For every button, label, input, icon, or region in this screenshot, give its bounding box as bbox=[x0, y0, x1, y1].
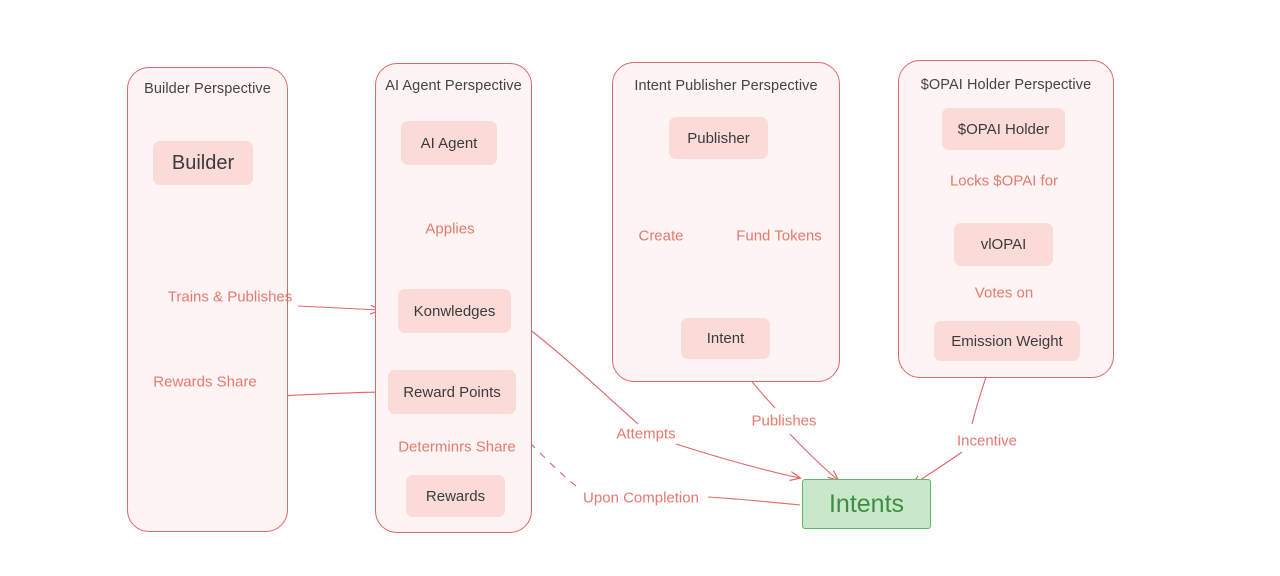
edge-upon-completion-line bbox=[707, 496, 801, 506]
node-rewards[interactable]: Rewards bbox=[406, 475, 505, 517]
edge-label-trains-publishes: Trains & Publishes bbox=[167, 288, 293, 306]
flowchart-diagram: Builder Perspective AI Agent Perspective… bbox=[0, 0, 1280, 576]
edge-label-votes-on: Votes on bbox=[974, 284, 1034, 302]
node-intents[interactable]: Intents bbox=[802, 479, 931, 529]
edge-label-create: Create bbox=[638, 227, 684, 245]
node-knowledges[interactable]: Konwledges bbox=[398, 289, 511, 333]
edge-label-publishes: Publishes bbox=[751, 412, 817, 430]
edge-trains-publishes-line bbox=[297, 306, 380, 310]
edge-label-rewards-share: Rewards Share bbox=[153, 373, 257, 391]
node-ai-agent-label: AI Agent bbox=[420, 134, 478, 152]
node-viopai[interactable]: vlOPAI bbox=[954, 223, 1053, 266]
node-builder-label: Builder bbox=[171, 151, 235, 174]
node-reward-points[interactable]: Reward Points bbox=[388, 370, 516, 414]
subgraph-title-opai-holder: $OPAI Holder Perspective bbox=[920, 77, 1092, 93]
subgraph-title-builder: Builder Perspective bbox=[144, 81, 271, 97]
node-opai-holder-label: $OPAI Holder bbox=[957, 120, 1050, 138]
node-emission-weight-label: Emission Weight bbox=[951, 332, 1063, 350]
node-reward-points-label: Reward Points bbox=[403, 383, 501, 401]
edge-label-incentive: Incentive bbox=[956, 432, 1018, 450]
edge-label-fund-tokens: Fund Tokens bbox=[736, 227, 822, 245]
node-publisher[interactable]: Publisher bbox=[669, 117, 768, 159]
edge-label-attempts: Attempts bbox=[616, 425, 676, 443]
node-emission-weight[interactable]: Emission Weight bbox=[934, 321, 1080, 361]
node-knowledges-label: Konwledges bbox=[413, 302, 496, 320]
node-publisher-label: Publisher bbox=[687, 129, 750, 147]
edge-label-applies: Applies bbox=[425, 220, 475, 238]
edge-label-locks-opai-for: Locks $OPAI for bbox=[949, 172, 1059, 190]
node-builder[interactable]: Builder bbox=[153, 141, 253, 185]
node-intent[interactable]: Intent bbox=[681, 318, 770, 359]
edge-publishes-arrow bbox=[789, 433, 838, 480]
node-rewards-label: Rewards bbox=[425, 487, 486, 505]
edge-attempts-arrow bbox=[675, 443, 800, 478]
node-opai-holder[interactable]: $OPAI Holder bbox=[942, 108, 1065, 150]
node-intents-label: Intents bbox=[828, 489, 905, 518]
node-intent-label: Intent bbox=[706, 330, 745, 347]
subgraph-title-ai-agent: AI Agent Perspective bbox=[385, 78, 522, 94]
edge-label-determines-share: Determinrs Share bbox=[398, 438, 516, 456]
node-ai-agent[interactable]: AI Agent bbox=[401, 121, 497, 165]
edge-label-upon-completion: Upon Completion bbox=[583, 489, 699, 507]
node-viopai-label: vlOPAI bbox=[980, 236, 1027, 253]
subgraph-title-intent-publisher: Intent Publisher Perspective bbox=[634, 78, 818, 94]
